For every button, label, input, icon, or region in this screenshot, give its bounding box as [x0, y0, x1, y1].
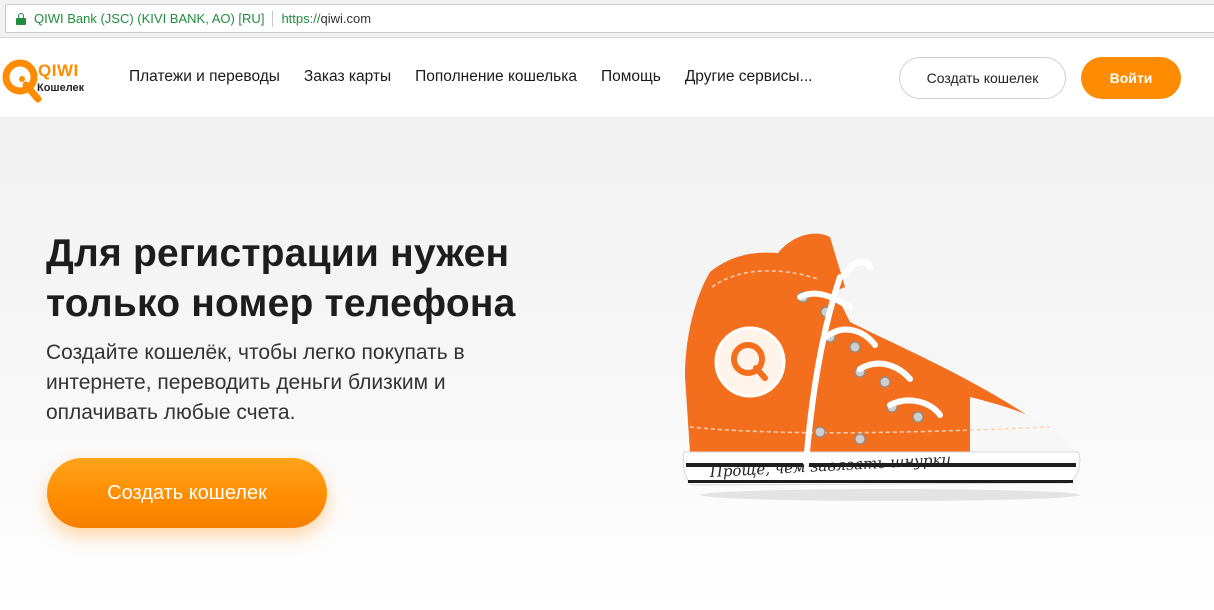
hero-subtitle-line-1: Создайте кошелёк, чтобы легко покупать в	[46, 341, 465, 364]
address-bar[interactable]: QIWI Bank (JSC) (KIVI BANK, AO) [RU] htt…	[5, 4, 1214, 33]
hero-section: Для регистрации нужен только номер телеф…	[0, 117, 1214, 610]
certificate-label[interactable]: QIWI Bank (JSC) (KIVI BANK, AO) [RU]	[34, 11, 264, 26]
nav-payments[interactable]: Платежи и переводы	[129, 68, 280, 86]
address-divider	[272, 10, 274, 27]
hero-title-line-2: только номер телефона	[46, 282, 516, 325]
nav-top-up[interactable]: Пополнение кошелька	[415, 68, 577, 86]
create-wallet-header-button[interactable]: Создать кошелек	[899, 57, 1066, 99]
shoe-shadow	[700, 489, 1080, 501]
logo-text: QIWI	[38, 61, 79, 80]
main-nav: Платежи и переводы Заказ карты Пополнени…	[129, 68, 836, 86]
lock-icon[interactable]	[16, 12, 26, 25]
hero-subtitle-line-3: оплачивать любые счета.	[46, 401, 296, 424]
qiwi-logo[interactable]: QIWI Кошелек	[0, 57, 110, 103]
hero-title-line-1: Для регистрации нужен	[46, 232, 510, 275]
browser-toolbar: QIWI Bank (JSC) (KIVI BANK, AO) [RU] htt…	[0, 0, 1214, 38]
create-wallet-hero-button[interactable]: Создать кошелек	[47, 458, 327, 528]
ankle-patch	[714, 326, 786, 398]
page: QIWI Bank (JSC) (KIVI BANK, AO) [RU] htt…	[0, 0, 1214, 610]
sneaker-illustration: Проще, чем завязать шнурки	[682, 233, 1081, 501]
url-scheme: https://	[281, 11, 321, 26]
shoe-toe-cap	[970, 397, 1075, 455]
nav-other-services[interactable]: Другие сервисы...	[685, 68, 813, 86]
nav-help[interactable]: Помощь	[601, 68, 661, 86]
hero-subtitle: Создайте кошелёк, чтобы легко покупать в…	[46, 338, 526, 428]
hero-subtitle-line-2: интернете, переводить деньги близким и	[46, 371, 446, 394]
url-host: qiwi.com	[320, 11, 372, 26]
nav-order-card[interactable]: Заказ карты	[304, 68, 391, 86]
logo-subtitle: Кошелек	[37, 82, 85, 94]
hero-title: Для регистрации нужен только номер телеф…	[46, 229, 606, 329]
login-button[interactable]: Войти	[1081, 57, 1181, 99]
site-header: QIWI Кошелек Платежи и переводы Заказ ка…	[0, 39, 1214, 117]
